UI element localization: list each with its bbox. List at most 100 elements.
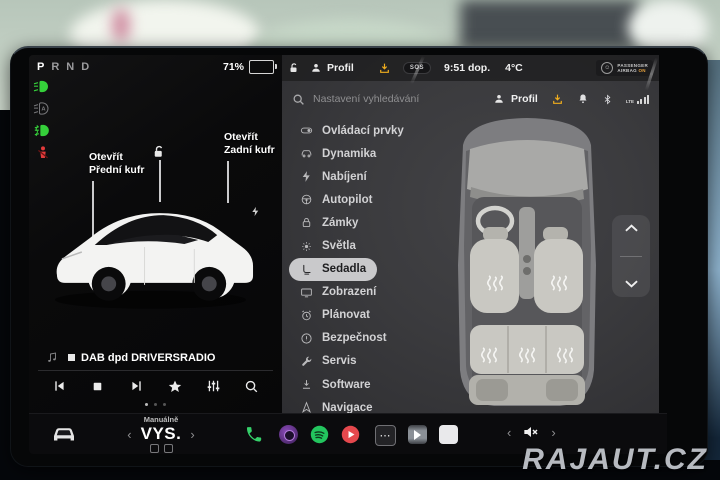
software-update-icon[interactable] xyxy=(378,62,391,75)
airbag-text: PASSENGER AIRBAG ON xyxy=(617,62,648,74)
music-note-icon xyxy=(48,352,56,362)
seat-page-scroller xyxy=(612,215,650,297)
vehicle-render[interactable] xyxy=(45,185,259,319)
profile-button[interactable]: Profil xyxy=(327,62,354,74)
telltale-column: A xyxy=(33,79,53,160)
menu-item-locks[interactable]: Zámky xyxy=(289,211,369,234)
fan-level-button[interactable]: VYS. xyxy=(141,424,182,444)
quick-icons: Profil LTE xyxy=(493,93,649,106)
menu-label: Plánovat xyxy=(322,309,370,322)
chevron-up-icon[interactable] xyxy=(624,224,638,232)
equalizer-button[interactable] xyxy=(202,376,224,396)
trunk-action-label: Otevřít xyxy=(224,131,258,143)
battery-indicator: 71% xyxy=(223,60,277,74)
search-input[interactable]: Nastavení vyhledávání xyxy=(313,93,419,105)
chevron-down-icon[interactable] xyxy=(624,280,638,288)
gear-n: N xyxy=(66,61,76,73)
low-beam-icon xyxy=(33,80,48,93)
battery-tip xyxy=(274,63,277,69)
battery-icon xyxy=(249,60,277,74)
passenger-seat[interactable] xyxy=(534,239,583,313)
phone-app-icon[interactable] xyxy=(244,425,263,444)
menu-label: Software xyxy=(322,378,371,391)
profile-button[interactable]: Profil xyxy=(511,93,538,105)
media-title: DAB dpd DRIVERSRADIO xyxy=(81,351,216,364)
settings-panel: Profil SOS 9:51 dop. 4°C ☺ PASSENGER AIR… xyxy=(282,55,659,414)
menu-item-navigation[interactable]: Navigace xyxy=(289,396,384,414)
theater-app-icon[interactable] xyxy=(408,425,427,444)
frunk-target-label: Přední kufr xyxy=(89,164,145,176)
dark-window-blob xyxy=(460,0,640,48)
scroller-divider xyxy=(620,255,642,257)
gear-indicator: PRND xyxy=(37,61,90,73)
clock: 9:51 dop. xyxy=(444,62,491,74)
camera-app-icon[interactable] xyxy=(279,425,298,444)
stop-button[interactable] xyxy=(87,376,109,396)
volume-up-button[interactable]: › xyxy=(551,426,555,439)
rear-bench[interactable] xyxy=(470,325,584,374)
menu-item-safety[interactable]: Bezpečnost xyxy=(289,327,398,350)
vehicle-status-panel: PRND 71% A Otevřít Přední kufr Otevřít Z… xyxy=(29,55,282,414)
menu-item-software[interactable]: Software xyxy=(289,373,382,396)
menu-label: Autopilot xyxy=(322,193,373,206)
volume-down-button[interactable]: ‹ xyxy=(507,426,511,439)
menu-item-lights[interactable]: Světla xyxy=(289,234,367,257)
status-bar: Profil SOS 9:51 dop. 4°C ☺ PASSENGER AIR… xyxy=(282,55,659,81)
seat-heater-indicator[interactable] xyxy=(149,444,159,453)
open-trunk-button[interactable]: Otevřít Zadní kufr xyxy=(224,131,275,157)
menu-label: Zobrazení xyxy=(322,286,377,299)
fan-decrease-button[interactable]: ‹ xyxy=(127,428,131,441)
sos-badge[interactable]: SOS xyxy=(402,62,432,74)
media-title-row[interactable]: DAB dpd DRIVERSRADIO xyxy=(34,349,277,368)
radio-app-icon[interactable] xyxy=(341,425,360,444)
page-dot xyxy=(145,403,148,406)
fog-light-icon xyxy=(34,124,49,137)
fan-increase-button[interactable]: › xyxy=(190,428,194,441)
trunk-target-label: Zadní kufr xyxy=(224,144,275,156)
unlock-icon[interactable] xyxy=(153,145,167,158)
media-search-button[interactable] xyxy=(241,376,263,396)
cellular-signal-icon: LTE xyxy=(626,94,649,104)
mute-icon[interactable] xyxy=(523,425,539,439)
menu-item-controls[interactable]: Ovládací prvky xyxy=(289,119,415,142)
bluetooth-icon[interactable] xyxy=(602,93,613,106)
steering-wheel-icon xyxy=(301,195,312,205)
driver-seat[interactable] xyxy=(470,239,519,313)
app-drawer-button[interactable]: ⋯ xyxy=(375,425,396,446)
menu-item-autopilot[interactable]: Autopilot xyxy=(289,188,383,211)
toggle-icon xyxy=(300,127,313,134)
frunk-action-label: Otevřít xyxy=(89,151,123,163)
charge-port-icon[interactable] xyxy=(250,205,261,218)
menu-label: Zámky xyxy=(322,216,359,229)
settings-search-row: Nastavení vyhledávání Profil LTE xyxy=(282,85,659,113)
unlocked-icon[interactable] xyxy=(288,62,300,74)
menu-item-seats[interactable]: Sedadla xyxy=(289,257,378,281)
menu-item-display[interactable]: Zobrazení xyxy=(289,281,387,304)
favorite-button[interactable] xyxy=(164,376,186,396)
menu-item-dynamics[interactable]: Dynamika xyxy=(289,142,387,165)
spotify-app-icon[interactable] xyxy=(310,425,329,444)
flower-blob xyxy=(112,8,130,42)
gear-status-row: PRND 71% xyxy=(37,60,277,74)
download-icon xyxy=(302,380,311,389)
outside-temperature[interactable]: 4°C xyxy=(505,62,523,74)
vehicle-controls-button[interactable] xyxy=(51,423,77,443)
menu-item-charging[interactable]: Nabíjení xyxy=(289,165,378,188)
climate-control: Manuálně ‹ VYS. › xyxy=(121,415,201,453)
notifications-bell-icon[interactable] xyxy=(577,93,589,105)
profile-icon xyxy=(495,94,503,103)
software-update-icon[interactable] xyxy=(551,93,564,106)
next-track-button[interactable] xyxy=(125,376,147,396)
media-pagination[interactable] xyxy=(145,403,166,406)
dab-glyph xyxy=(68,354,75,361)
lock-icon xyxy=(302,218,311,228)
notes-app-icon[interactable] xyxy=(439,425,458,444)
menu-item-schedule[interactable]: Plánovat xyxy=(289,304,381,327)
open-frunk-button[interactable]: Otevřít Přední kufr xyxy=(89,151,144,177)
light-icon xyxy=(302,241,311,251)
seat-heater-indicator[interactable] xyxy=(163,444,173,453)
svg-text:A: A xyxy=(41,107,46,113)
previous-track-button[interactable] xyxy=(48,376,70,396)
menu-item-service[interactable]: Servis xyxy=(289,350,368,373)
climate-mode-label: Manuálně xyxy=(143,415,179,424)
